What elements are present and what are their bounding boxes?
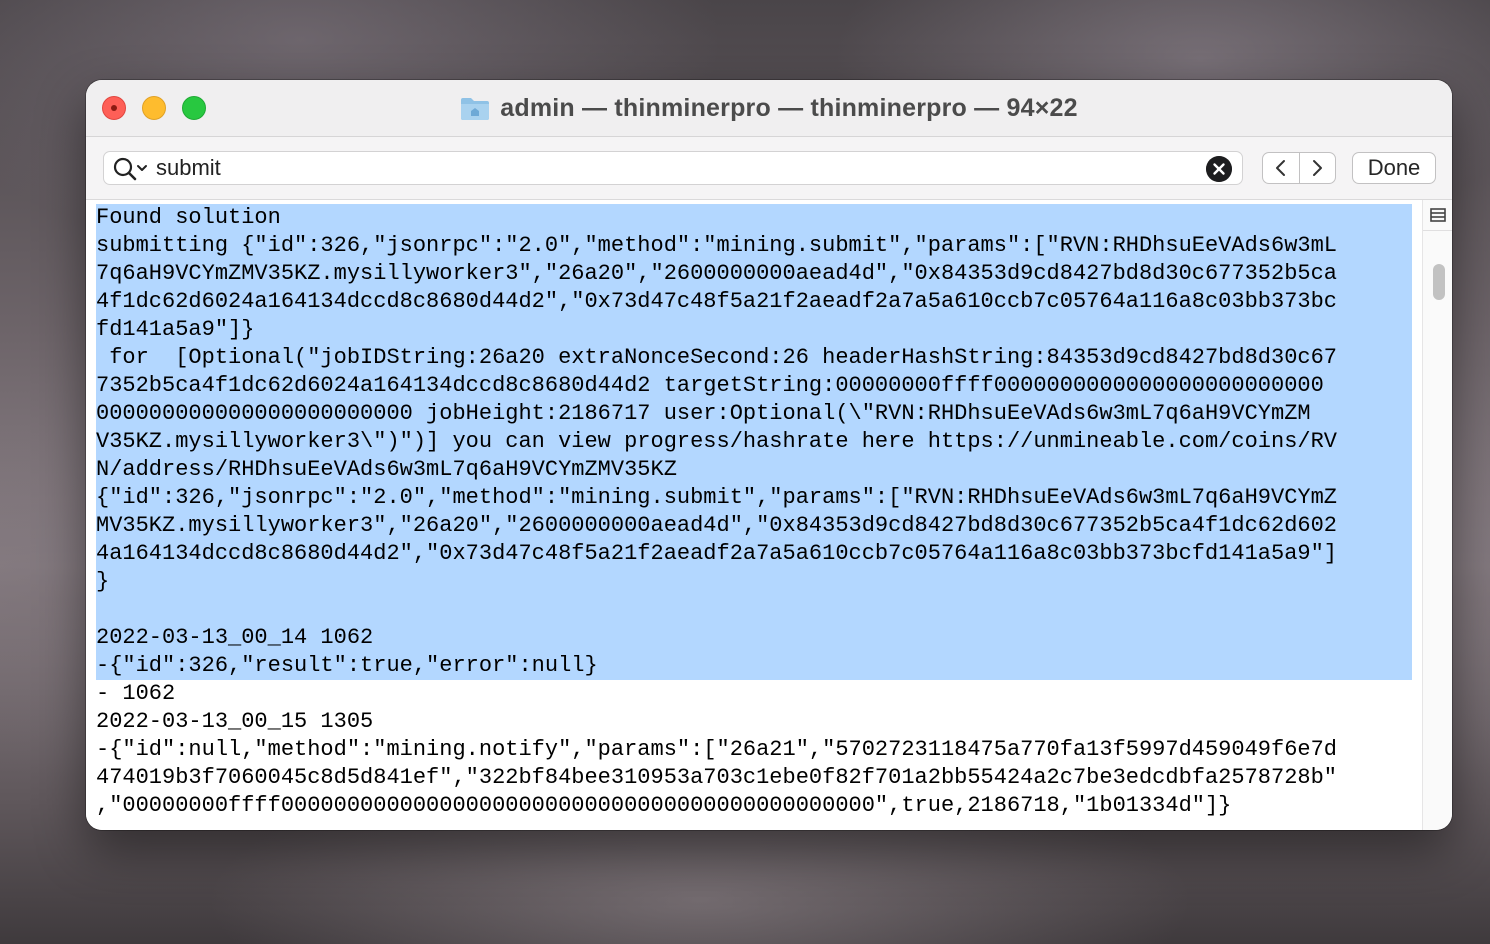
done-button[interactable]: Done — [1352, 152, 1436, 184]
terminal-line: 7q6aH9VCYmZMV35KZ.mysillyworker3","26a20… — [96, 260, 1412, 288]
find-navigation — [1262, 152, 1336, 184]
terminal-window: admin — thinminerpro — thinminerpro — 94… — [86, 80, 1452, 830]
terminal-line — [96, 596, 1412, 624]
terminal-line: 2022-03-13_00_14 1062 — [96, 624, 1412, 652]
terminal-line: MV35KZ.mysillyworker3","26a20","26000000… — [96, 512, 1412, 540]
chevron-right-icon — [1313, 160, 1323, 176]
terminal-line: } — [96, 568, 1412, 596]
marks-icon[interactable] — [1423, 200, 1452, 231]
window-title-group: admin — thinminerpro — thinminerpro — 94… — [86, 92, 1452, 124]
find-bar: Done — [86, 137, 1452, 200]
terminal-output[interactable]: Found solution submitting {"id":326,"json… — [86, 200, 1422, 830]
search-input[interactable] — [156, 152, 1196, 184]
terminal-line: {"id":326,"jsonrpc":"2.0","method":"mini… — [96, 484, 1412, 512]
previous-match-button[interactable] — [1263, 153, 1300, 183]
terminal-line: ,"00000000ffff00000000000000000000000000… — [96, 793, 1232, 818]
clear-search-icon[interactable] — [1206, 156, 1232, 182]
chevron-left-icon — [1275, 160, 1285, 176]
terminal-line: fd141a5a9"]} — [96, 316, 1412, 344]
terminal-line: - 1062 — [96, 681, 176, 706]
next-match-button[interactable] — [1300, 153, 1336, 183]
terminal-line: submitting {"id":326,"jsonrpc":"2.0","me… — [96, 232, 1412, 260]
terminal-line: 000000000000000000000000 jobHeight:21867… — [96, 400, 1412, 428]
terminal-line: 4f1dc62d6024a164134dccd8c8680d44d2","0x7… — [96, 288, 1412, 316]
terminal-line: 4a164134dccd8c8680d44d2","0x73d47c48f5a2… — [96, 540, 1412, 568]
terminal-line: 2022-03-13_00_15 1305 — [96, 709, 374, 734]
folder-icon — [461, 98, 490, 120]
window-title: admin — thinminerpro — thinminerpro — 94… — [500, 93, 1078, 122]
terminal-lines: Found solution submitting {"id":326,"json… — [96, 204, 1412, 820]
terminal-line: 474019b3f7060045c8d5d841ef","322bf84bee3… — [96, 765, 1338, 790]
scrollbar[interactable] — [1422, 200, 1452, 830]
title-bar[interactable]: admin — thinminerpro — thinminerpro — 94… — [86, 80, 1452, 137]
terminal-line: for [Optional("jobIDString:26a20 extraNo… — [96, 344, 1412, 372]
terminal-line: 7352b5ca4f1dc62d6024a164134dccd8c8680d44… — [96, 372, 1412, 400]
terminal-line: Found solution — [96, 204, 1412, 232]
search-field[interactable] — [103, 151, 1243, 185]
terminal-line: -{"id":null,"method":"mining.notify","pa… — [96, 737, 1338, 762]
scrollbar-thumb[interactable] — [1433, 264, 1445, 300]
terminal-line: V35KZ.mysillyworker3\")")] you can view … — [96, 428, 1412, 456]
terminal-line: N/address/RHDhsuEeVAds6w3mL7q6aH9VCYmZMV… — [96, 456, 1412, 484]
terminal-line: -{"id":326,"result":true,"error":null} — [96, 652, 1412, 680]
magnifier-icon[interactable] — [112, 156, 152, 182]
